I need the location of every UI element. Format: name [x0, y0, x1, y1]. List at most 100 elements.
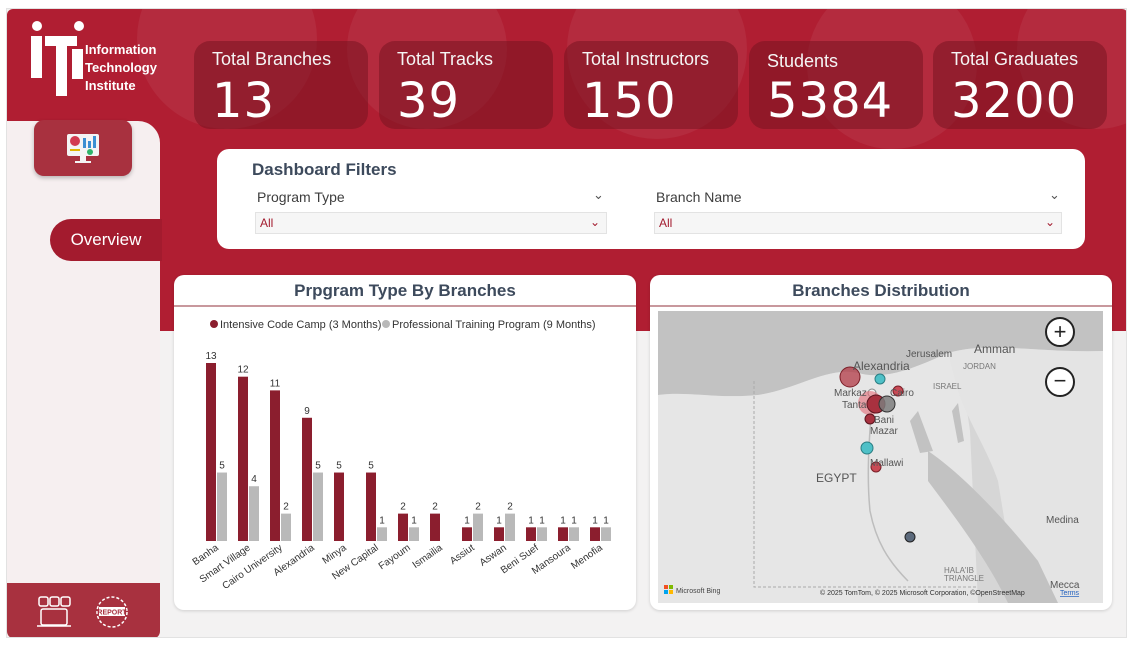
map-label: Medina: [1046, 515, 1079, 526]
kpi-label: Total Tracks: [397, 49, 494, 69]
kpi-students: Students 5384: [749, 41, 923, 129]
iti-logo-icon: [31, 21, 84, 96]
branch-name-value: All: [659, 216, 673, 230]
map-label: EGYPT: [816, 471, 857, 485]
branches-map[interactable]: Alexandria Jerusalem Amman ISRAEL JORDAN…: [658, 311, 1103, 603]
chevron-down-icon[interactable]: ⌄: [593, 187, 604, 203]
map-label: Alexandria: [853, 359, 910, 373]
map-label: Amman: [974, 342, 1015, 356]
svg-text:REPORT: REPORT: [97, 610, 127, 617]
data-label: 9: [304, 406, 310, 417]
map-label: ISRAEL: [933, 382, 962, 391]
kpi-label: Students: [767, 51, 839, 71]
bar: [409, 527, 419, 541]
data-label: 1: [464, 515, 470, 526]
bar: [398, 513, 408, 541]
map-provider: Microsoft Bing: [676, 588, 720, 595]
chevron-down-icon: ⌄: [589, 215, 600, 229]
data-label: 2: [475, 502, 481, 513]
kpi-label: Total Instructors: [582, 49, 710, 69]
bar: [569, 527, 579, 541]
bar-chart: Intensive Code Camp (3 Months) Profession…: [191, 319, 611, 592]
data-label: 12: [237, 365, 249, 376]
bar: [473, 513, 483, 541]
logo-line-1: Information: [85, 42, 157, 57]
map-label: Tanta: [842, 400, 867, 411]
bar: [590, 527, 600, 541]
logo-line-2: Technology: [85, 60, 157, 75]
data-label: 1: [571, 515, 577, 526]
dashboard-nav-button[interactable]: [34, 120, 132, 176]
kpi-value: 39: [397, 73, 461, 129]
zoom-in-button[interactable]: +: [1045, 317, 1075, 347]
data-label: 1: [560, 515, 566, 526]
bar: [526, 527, 536, 541]
x-tick-label: Menofia: [569, 542, 605, 572]
bar: [505, 513, 515, 541]
dashboard-filters-panel: Dashboard Filters Program Type ⌄ All ⌄ B…: [217, 149, 1085, 249]
zoom-out-button[interactable]: −: [1045, 367, 1075, 397]
branch-name-select[interactable]: All ⌄: [654, 212, 1062, 234]
bar: [462, 527, 472, 541]
bar: [302, 417, 312, 541]
data-label: 13: [205, 351, 217, 362]
kpi-total-graduates: Total Graduates 3200: [933, 41, 1107, 129]
data-label: 5: [336, 461, 342, 472]
sidebar-bottom-bar: REPORT: [7, 583, 160, 637]
map-label: Markaz: [834, 388, 867, 399]
social-links-icon[interactable]: [35, 593, 73, 631]
map-label: Mallawi: [870, 458, 903, 469]
data-label: 5: [315, 461, 321, 472]
data-label: 1: [411, 515, 417, 526]
legend-label: Professional Training Program (9 Months): [392, 319, 596, 331]
bar: [313, 472, 323, 541]
filters-title: Dashboard Filters: [252, 160, 397, 179]
branches-map-card: Branches Distribution Alexandria Jerusal…: [650, 275, 1112, 610]
bar: [537, 527, 547, 541]
bar: [249, 486, 259, 541]
kpi-value: 13: [212, 73, 276, 129]
overview-nav-button[interactable]: Overview: [50, 219, 162, 261]
bar: [270, 390, 280, 541]
chevron-down-icon: ⌄: [1044, 215, 1055, 229]
sidebar: [7, 121, 160, 637]
map-label: JORDAN: [963, 362, 996, 371]
map-label: Cairo: [890, 388, 914, 399]
program-type-label: Program Type: [257, 189, 345, 205]
data-label: 2: [283, 502, 289, 513]
kpi-label: Total Graduates: [951, 49, 1079, 69]
data-label: 5: [219, 461, 225, 472]
map-label: Mazar: [870, 426, 898, 437]
kpi-label: Total Branches: [212, 49, 332, 69]
kpi-value: 150: [582, 73, 677, 129]
data-label: 2: [400, 502, 406, 513]
legend-label: Intensive Code Camp (3 Months): [220, 319, 381, 331]
bar: [558, 527, 568, 541]
program-type-select[interactable]: All ⌄: [255, 212, 607, 234]
bar: [494, 527, 504, 541]
data-label: 11: [270, 378, 281, 389]
x-tick-label: Fayoum: [377, 542, 413, 572]
bar: [334, 472, 344, 541]
bar: [430, 513, 440, 541]
bar: [377, 527, 387, 541]
x-tick-label: Assiut: [448, 542, 477, 567]
report-icon[interactable]: REPORT: [93, 593, 131, 631]
dashboard-frame: Information Technology Institute Overvie…: [6, 8, 1127, 638]
map-label: TRIANGLE: [944, 574, 984, 583]
data-label: 5: [368, 461, 374, 472]
data-label: 1: [603, 515, 609, 526]
kpi-value: 5384: [767, 73, 894, 129]
map-terms-link[interactable]: Terms: [1060, 590, 1080, 597]
data-label: 1: [379, 515, 385, 526]
chart-title: Prpgram Type By Branches: [174, 275, 636, 307]
data-label: 2: [507, 502, 513, 513]
data-label: 2: [432, 502, 438, 513]
iti-logo: Information Technology Institute: [27, 19, 167, 99]
bar: [217, 472, 227, 541]
chevron-down-icon[interactable]: ⌄: [1049, 187, 1060, 203]
program-type-chart-card: Prpgram Type By Branches Intensive Code …: [174, 275, 636, 610]
legend-marker: [210, 320, 218, 328]
data-label: 4: [251, 474, 257, 485]
kpi-total-tracks: Total Tracks 39: [379, 41, 553, 129]
